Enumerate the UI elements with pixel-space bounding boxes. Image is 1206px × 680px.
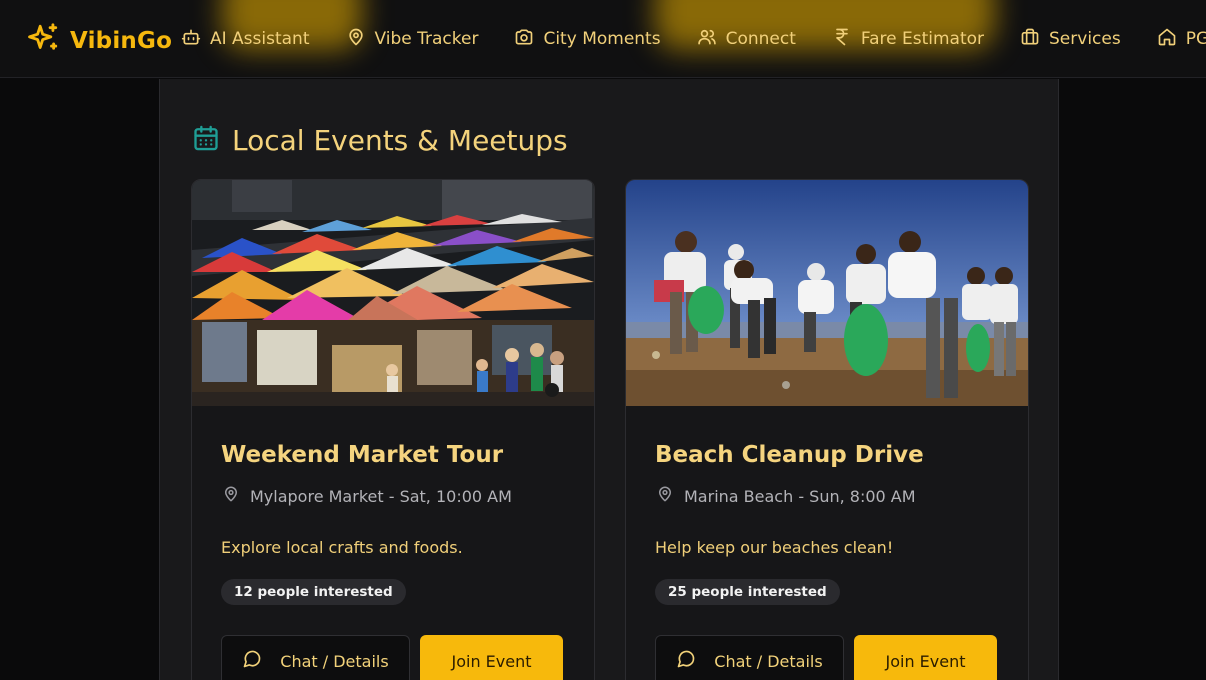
event-location-text: Mylapore Market - Sat, 10:00 AM xyxy=(250,486,512,506)
nav-item-label: Fare Estimator xyxy=(860,29,985,49)
event-card: Beach Cleanup Drive Marina Beach - Sun, … xyxy=(625,179,1029,680)
map-pin-icon xyxy=(346,27,366,52)
event-title: Weekend Market Tour xyxy=(221,442,504,468)
event-title: Beach Cleanup Drive xyxy=(655,442,924,468)
event-location: Marina Beach - Sun, 8:00 AM xyxy=(656,484,916,508)
section-header: Local Events & Meetups xyxy=(192,123,568,157)
event-image-night-market xyxy=(192,180,594,406)
event-location-text: Marina Beach - Sun, 8:00 AM xyxy=(684,486,916,506)
page-title: Local Events & Meetups xyxy=(232,123,568,157)
nav-item-fare-estimator[interactable]: Fare Estimator xyxy=(832,27,984,52)
nav-item-label: AI Assistant xyxy=(210,29,310,49)
chat-details-label: Chat / Details xyxy=(714,651,823,671)
join-event-button[interactable]: Join Event xyxy=(420,635,563,680)
interested-count-badge: 12 people interested xyxy=(221,579,406,605)
nav-item-label: Vibe Tracker xyxy=(374,29,479,49)
events-panel: Local Events & Meetups Weekend Market To… xyxy=(159,79,1059,680)
bot-icon xyxy=(181,27,201,52)
chat-details-button[interactable]: Chat / Details xyxy=(221,635,410,680)
nav-item-vibe-tracker[interactable]: Vibe Tracker xyxy=(346,27,479,52)
map-pin-icon xyxy=(656,484,674,508)
briefcase-icon xyxy=(1020,27,1040,52)
calendar-icon xyxy=(192,123,220,157)
nav-item-pg[interactable]: PG xyxy=(1157,27,1206,52)
brand-logo[interactable]: VibinGo xyxy=(26,22,172,60)
interested-count-badge: 25 people interested xyxy=(655,579,840,605)
nav-item-label: Connect xyxy=(725,29,796,49)
nav-item-label: City Moments xyxy=(543,29,661,49)
nav-item-label: Services xyxy=(1049,29,1121,49)
event-image-beach-cleanup xyxy=(626,180,1028,406)
users-icon xyxy=(697,27,717,52)
join-event-button[interactable]: Join Event xyxy=(854,635,997,680)
event-location: Mylapore Market - Sat, 10:00 AM xyxy=(222,484,512,508)
sparkles-icon xyxy=(26,22,60,60)
nav-menu: AI Assistant Vibe Tracker City Moments C… xyxy=(181,0,1206,77)
event-card: Weekend Market Tour Mylapore Market - Sa… xyxy=(191,179,595,680)
event-description: Help keep our beaches clean! xyxy=(655,538,894,557)
nav-item-ai-assistant[interactable]: AI Assistant xyxy=(181,27,310,52)
brand-name: VibinGo xyxy=(70,28,173,54)
nav-item-connect[interactable]: Connect xyxy=(697,27,796,52)
nav-item-city-moments[interactable]: City Moments xyxy=(514,27,661,52)
rupee-icon xyxy=(832,27,852,52)
event-description: Explore local crafts and foods. xyxy=(221,538,463,557)
chat-details-label: Chat / Details xyxy=(280,651,389,671)
message-circle-icon xyxy=(242,649,262,673)
nav-item-label: PG xyxy=(1185,29,1206,49)
map-pin-icon xyxy=(222,484,240,508)
home-icon xyxy=(1157,27,1177,52)
message-circle-icon xyxy=(676,649,696,673)
nav-item-services[interactable]: Services xyxy=(1020,27,1121,52)
camera-icon xyxy=(514,27,534,52)
top-nav: VibinGo AI Assistant Vibe Tracker City M… xyxy=(0,0,1206,78)
chat-details-button[interactable]: Chat / Details xyxy=(655,635,844,680)
